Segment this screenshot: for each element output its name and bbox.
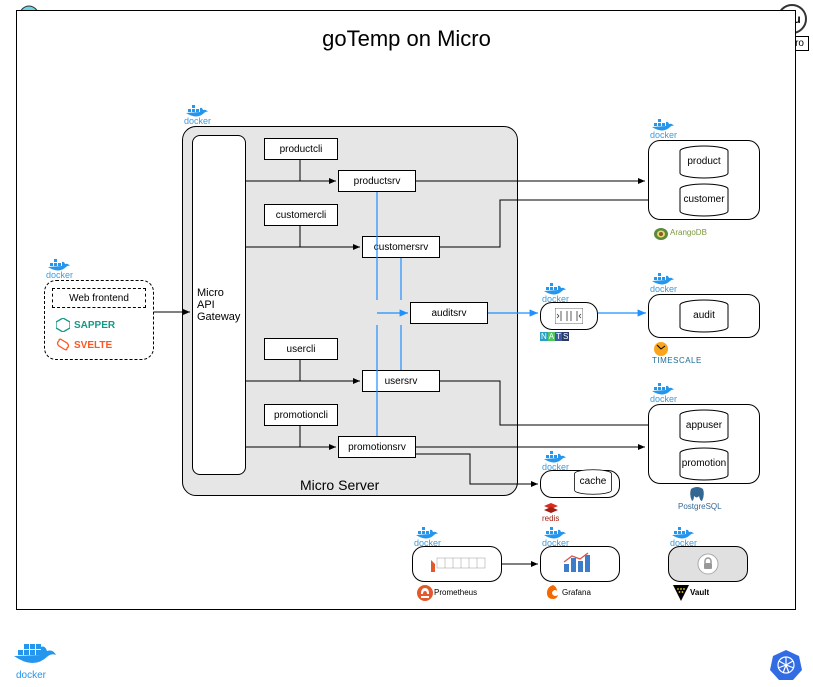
customer-db: customer	[674, 183, 734, 217]
arango-icon	[652, 224, 670, 242]
grafana-box	[540, 546, 620, 582]
kubernetes-logo	[769, 648, 803, 687]
audit-db: audit	[674, 299, 734, 333]
prometheus-icon	[416, 584, 434, 602]
postgres-label: PostgreSQL	[678, 502, 722, 511]
svelte-logo: SVELTE	[56, 338, 112, 352]
nats-label: NATS	[540, 332, 569, 341]
vault-label: Vault	[690, 588, 709, 597]
web-frontend-label: Web frontend	[52, 288, 146, 308]
usercli-box: usercli	[264, 338, 338, 360]
docker-label: docker	[650, 394, 677, 404]
auditsrv-box: auditsrv	[410, 302, 488, 324]
docker-label: docker	[650, 130, 677, 140]
customercli-box: customercli	[264, 204, 338, 226]
grafana-icon	[544, 584, 562, 602]
promotion-db: promotion	[674, 447, 734, 481]
prometheus-box	[412, 546, 502, 582]
promotionsrv-box: promotionsrv	[338, 436, 416, 458]
productsrv-box: productsrv	[338, 170, 416, 192]
grafana-label: Grafana	[562, 588, 591, 597]
prometheus-label: Prometheus	[434, 588, 477, 597]
productcli-box: productcli	[264, 138, 338, 160]
sapper-logo: SAPPER	[56, 318, 115, 332]
redis-label: redis	[542, 514, 559, 523]
promotioncli-box: promotioncli	[264, 404, 338, 426]
nats-box	[540, 302, 598, 330]
vault-icon	[672, 584, 690, 602]
cache-db: cache	[570, 465, 616, 499]
customersrv-box: customersrv	[362, 236, 440, 258]
usersrv-box: usersrv	[362, 370, 440, 392]
micro-gateway: Micro API Gateway	[192, 135, 246, 475]
micro-server-label: Micro Server	[300, 477, 379, 493]
docker-label: docker	[184, 116, 211, 126]
diagram-title: goTemp on Micro	[0, 26, 813, 52]
docker-label: docker	[650, 284, 677, 294]
docker-label: docker	[46, 270, 73, 280]
arango-label: ArangoDB	[670, 228, 707, 237]
vault-box	[668, 546, 748, 582]
product-db: product	[674, 145, 734, 179]
timescale-label: TIMESCALE	[652, 356, 702, 365]
appuser-db: appuser	[674, 409, 734, 443]
docker-label-big: docker	[16, 670, 46, 681]
